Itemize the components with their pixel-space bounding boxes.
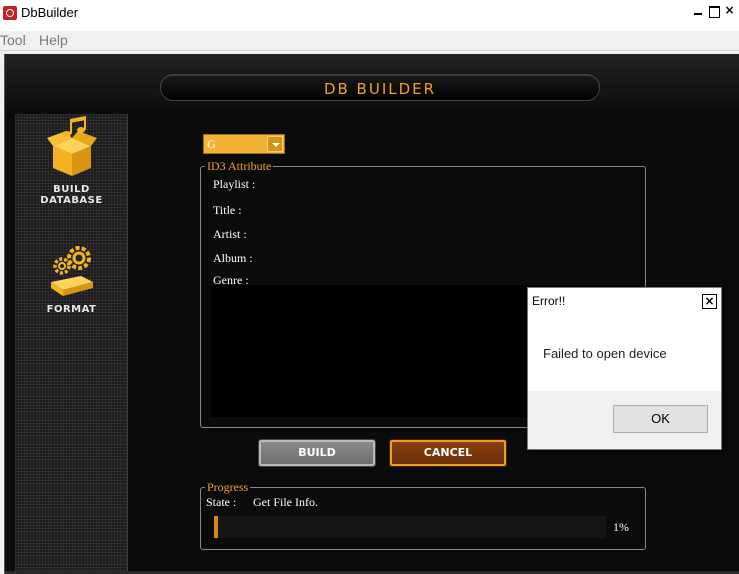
ok-button[interactable]: OK	[613, 405, 708, 433]
header-strip: DB BUILDER	[5, 54, 739, 116]
sidebar-item-label: DATABASE	[40, 195, 103, 206]
id3-legend: ID3 Attribute	[205, 159, 274, 174]
header-banner: DB BUILDER	[160, 74, 600, 101]
drive-select-value: G	[207, 137, 216, 151]
chevron-down-icon[interactable]	[267, 136, 283, 152]
header-title: DB BUILDER	[323, 80, 437, 98]
state-row: State : Get File Info.	[206, 495, 318, 510]
window-controls: ×	[690, 2, 737, 19]
sidebar-item-label: BUILD	[53, 184, 90, 195]
progress-group: Progress State : Get File Info. 1%	[200, 480, 646, 550]
drive-select[interactable]: G	[203, 134, 285, 154]
progress-percent: 1%	[613, 520, 629, 534]
id3-title-label: Title :	[213, 203, 242, 217]
app-icon	[3, 6, 17, 20]
id3-playlist-label: Playlist :	[213, 177, 256, 191]
build-button[interactable]: BUILD	[258, 439, 376, 467]
sidebar-item-build-database[interactable]: BUILD DATABASE	[15, 116, 128, 206]
window-title: DbBuilder	[21, 5, 79, 20]
menu-tool[interactable]: Tool	[0, 32, 26, 48]
dialog-close-icon[interactable]: ×	[702, 294, 717, 309]
app-window: DbBuilder × Tool Help DB BUILDER BUILD D…	[0, 0, 739, 574]
sidebar: BUILD DATABASE FORMAT	[15, 114, 128, 571]
title-bar[interactable]: DbBuilder ×	[0, 0, 739, 31]
dialog-footer: OK	[528, 391, 721, 449]
progress-bar	[214, 516, 606, 538]
error-dialog: Error!! × Failed to open device OK	[527, 287, 722, 450]
progress-legend: Progress	[205, 480, 251, 495]
cancel-button[interactable]: CANCEL	[389, 439, 507, 467]
progress-bar-fill	[214, 516, 218, 538]
menu-bar: Tool Help	[0, 31, 739, 51]
sidebar-item-label: FORMAT	[46, 304, 97, 315]
state-label: State :	[206, 495, 237, 509]
music-box-icon	[46, 116, 97, 176]
menu-help[interactable]: Help	[39, 32, 68, 48]
gears-usb-icon	[50, 246, 93, 296]
maximize-button[interactable]	[706, 2, 721, 19]
sidebar-item-format[interactable]: FORMAT	[15, 242, 128, 315]
state-value: Get File Info.	[253, 495, 318, 509]
dialog-title: Error!!	[532, 294, 566, 308]
close-button[interactable]: ×	[722, 2, 737, 19]
dialog-title-bar[interactable]: Error!! ×	[528, 288, 721, 315]
minimize-button[interactable]	[690, 2, 705, 19]
dialog-message: Failed to open device	[543, 346, 667, 361]
id3-artist-label: Artist :	[213, 227, 247, 241]
id3-album-label: Album :	[213, 251, 253, 265]
